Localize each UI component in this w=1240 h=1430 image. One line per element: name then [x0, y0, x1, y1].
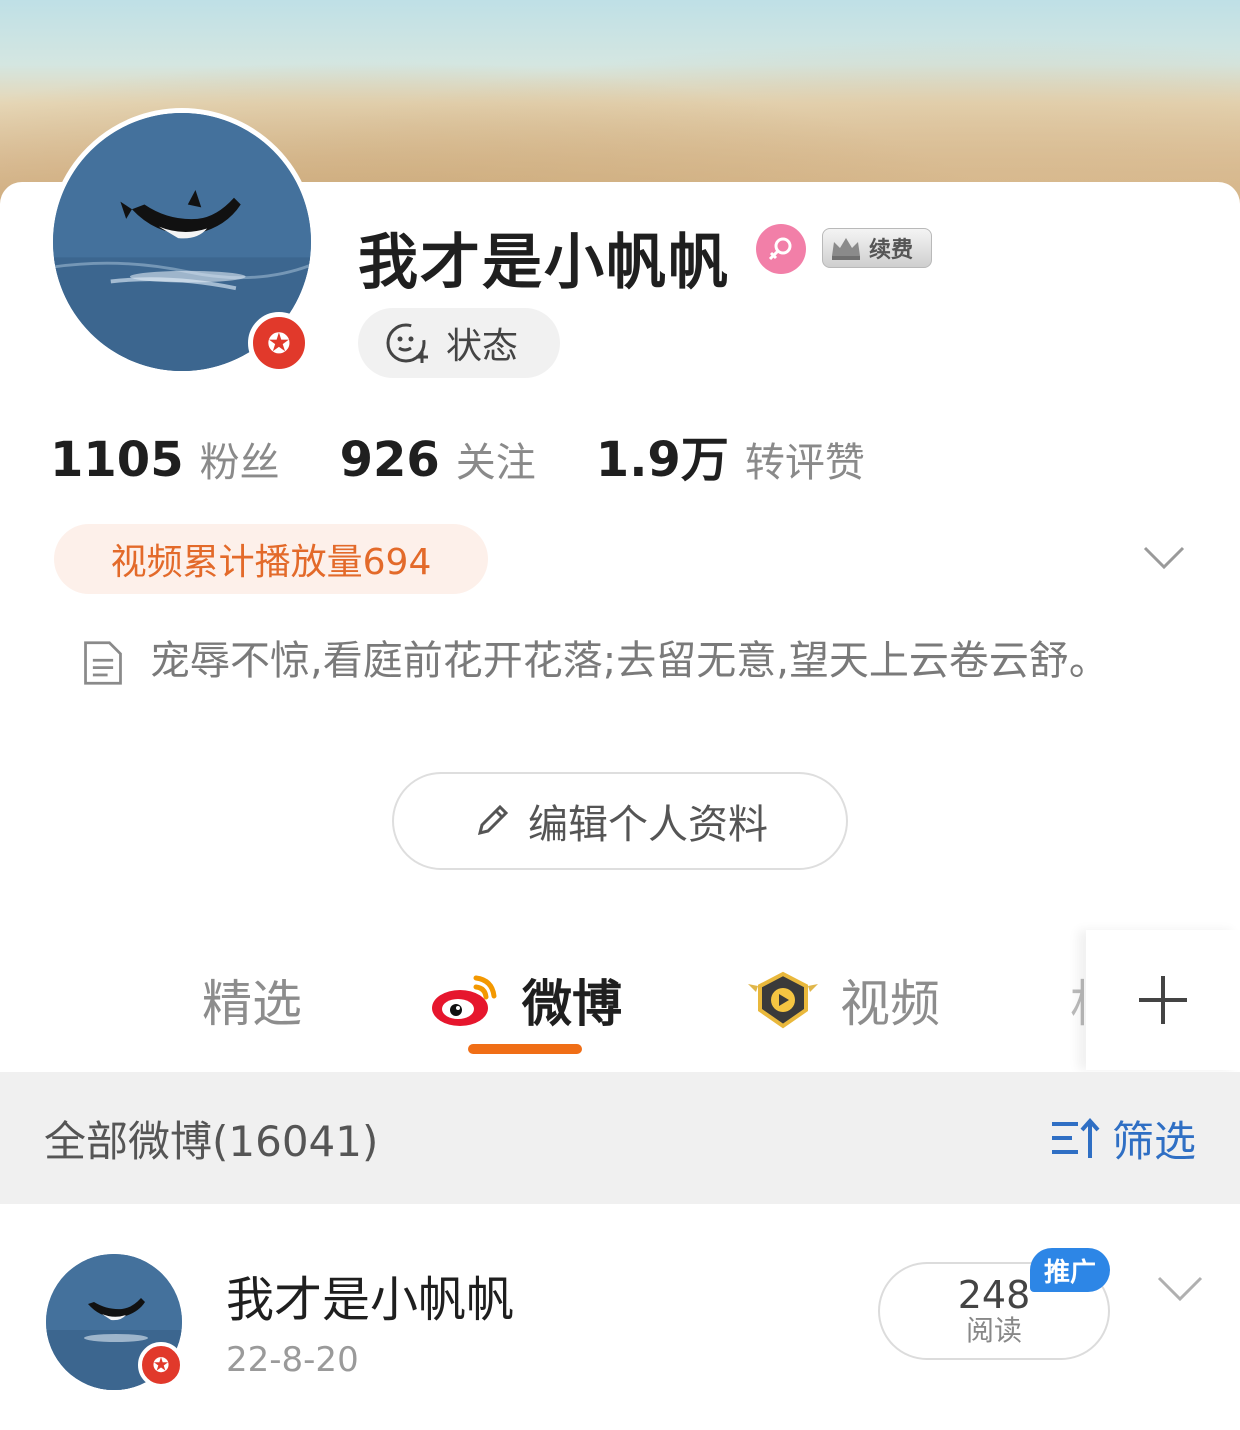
read-count: 248: [957, 1273, 1031, 1317]
filter-button[interactable]: 筛选: [1050, 1108, 1196, 1169]
video-plays-pill[interactable]: 视频累计播放量694: [54, 524, 488, 594]
tab-label: 视频: [840, 975, 940, 1033]
vip-renew-label: 续费: [869, 238, 914, 263]
read-unit: 阅读: [965, 1314, 1022, 1347]
pencil-icon: [477, 804, 509, 836]
bio-text: 宠辱不惊,看庭前花开花落;去留无意,望天上云卷云舒。: [150, 638, 1109, 684]
profile-tabs: 精选 微博 视频 相: [0, 930, 1240, 1070]
verified-star-icon: ✪: [248, 312, 310, 374]
stat-following[interactable]: 926 关注: [340, 430, 536, 488]
all-posts-count: 全部微博(16041): [44, 1116, 379, 1166]
stat-label: 转评赞: [744, 440, 865, 486]
weibo-logo-icon: [432, 975, 497, 1026]
stat-followers[interactable]: 1105 粉丝: [50, 430, 280, 488]
tab-album[interactable]: 相: [1070, 964, 1084, 1036]
document-icon: [84, 641, 122, 685]
add-tab-button[interactable]: [1086, 930, 1240, 1070]
edit-profile-button[interactable]: 编辑个人资料: [392, 772, 848, 870]
profile-bio: 宠辱不惊,看庭前花开花落;去留无意,望天上云卷云舒。: [80, 636, 1160, 686]
vip-renew-badge[interactable]: 续费: [822, 228, 932, 268]
video-badge-icon: [748, 971, 818, 1029]
stat-label: 关注: [455, 440, 536, 486]
stat-label: 粉丝: [199, 440, 280, 486]
tab-label: 相: [1070, 964, 1084, 1036]
post-author-name[interactable]: 我才是小帆帆: [226, 1260, 514, 1330]
profile-name: 我才是小帆帆: [358, 228, 730, 298]
post-date: 22-8-20: [226, 1340, 359, 1380]
stat-value: 926: [339, 432, 440, 488]
plus-icon: [1139, 976, 1187, 1024]
tab-video[interactable]: 视频: [748, 964, 940, 1036]
promote-badge[interactable]: 推广: [1030, 1248, 1110, 1292]
stat-interactions[interactable]: 1.9万 转评赞: [596, 420, 865, 490]
tab-label: 微博: [522, 975, 622, 1033]
tab-label: 精选: [202, 975, 302, 1033]
tab-featured[interactable]: 精选: [202, 964, 302, 1036]
chevron-down-icon[interactable]: [1156, 1274, 1204, 1304]
filter-label: 筛选: [1111, 1116, 1196, 1166]
stat-value: 1.9万: [595, 432, 729, 488]
tab-active-indicator: [468, 1044, 582, 1054]
edit-profile-label: 编辑个人资料: [528, 802, 768, 848]
sort-filter-icon: [1051, 1117, 1100, 1158]
gender-female-icon: [756, 224, 806, 274]
status-button[interactable]: 状态: [358, 308, 560, 378]
status-face-icon: [386, 323, 428, 363]
status-label: 状态: [446, 326, 519, 367]
chevron-down-icon[interactable]: [1142, 544, 1186, 572]
stat-value: 1105: [50, 432, 184, 488]
tab-weibo[interactable]: 微博: [430, 964, 622, 1036]
verified-star-icon: ✪: [138, 1342, 184, 1388]
vip-crown-icon: [832, 238, 860, 260]
profile-stats: 1105 粉丝 926 关注 1.9万 转评赞: [50, 420, 925, 490]
feed-filter-bar: 全部微博(16041) 筛选: [0, 1072, 1240, 1204]
